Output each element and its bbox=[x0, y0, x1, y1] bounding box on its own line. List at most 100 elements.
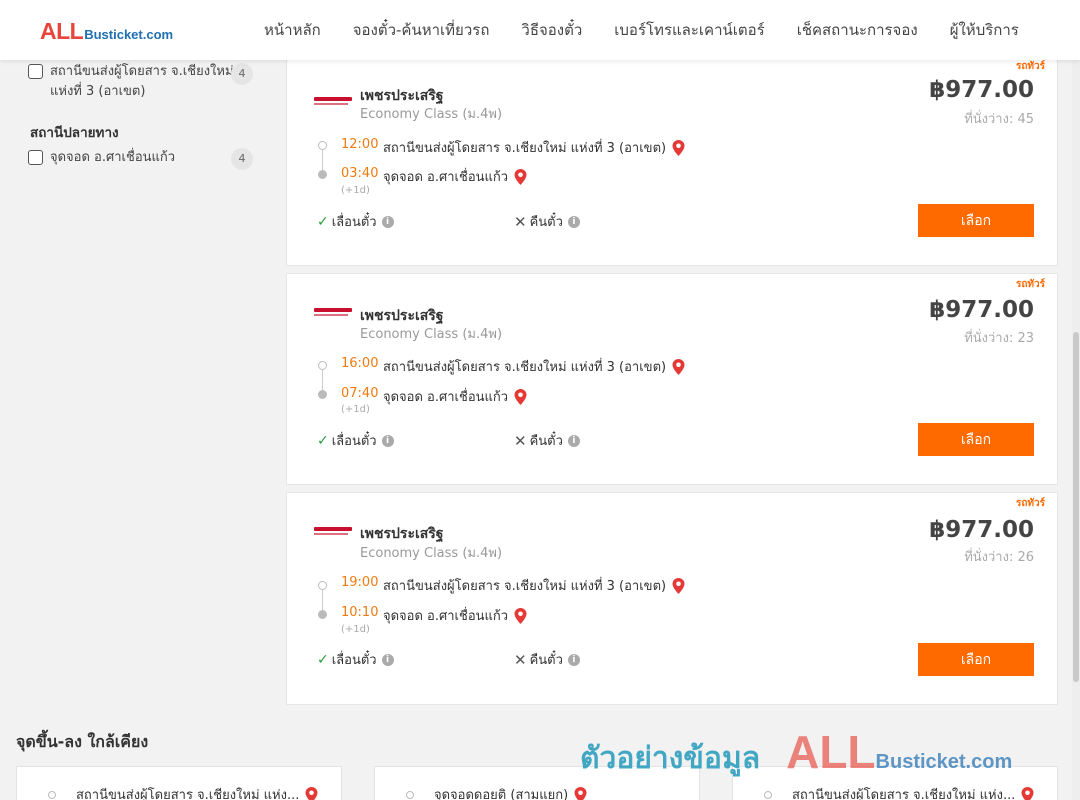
origin-filter-label: สถานีขนส่งผู้โดยสาร จ.เชียงใหม่ แห่งที่ … bbox=[50, 64, 234, 99]
arrive-stop: จุดจอด อ.ศาเชื่อนแก้ว bbox=[383, 386, 527, 407]
operator-logo bbox=[314, 97, 352, 109]
destination-filter-item[interactable]: จุดจอด อ.ศาเชื่อนแก้ว bbox=[28, 148, 235, 168]
info-icon[interactable]: i bbox=[381, 215, 394, 228]
map-pin-icon[interactable] bbox=[305, 786, 318, 800]
reschedule-feature: ✓ เลื่อนตั๋ว i bbox=[317, 649, 394, 670]
arrive-stop: จุดจอด อ.ศาเชื่อนแก้ว bbox=[383, 605, 527, 626]
depart-stop: สถานีขนส่งผู้โดยสาร จ.เชียงใหม่ แห่งที่ … bbox=[383, 575, 685, 596]
nearby-stop-label: สถานีขนส่งผู้โดยสาร จ.เชียงใหม่ แห่ง... bbox=[76, 788, 300, 800]
depart-stop: สถานีขนส่งผู้โดยสาร จ.เชียงใหม่ แห่งที่ … bbox=[383, 356, 685, 377]
depart-time: 19:00 bbox=[341, 575, 379, 590]
info-icon[interactable]: i bbox=[381, 653, 394, 666]
select-trip-button[interactable]: เลือก bbox=[918, 423, 1034, 456]
seat-class: Economy Class (ม.4พ) bbox=[360, 546, 503, 561]
nearby-stop-label: จุดจอดดอยติ (สามแยก) bbox=[434, 788, 569, 800]
map-pin-icon[interactable] bbox=[672, 577, 685, 594]
nav-how-to-book[interactable]: วิธีจองตั๋ว bbox=[505, 18, 598, 42]
logo-busticket-text: Busticket.com bbox=[84, 27, 174, 42]
trip-price: ฿977.00 bbox=[929, 517, 1034, 543]
arrive-time: 03:40 bbox=[341, 166, 379, 181]
seats-available: ที่นั่งว่าง: 26 bbox=[964, 550, 1034, 565]
bus-type-badge: รถทัวร์ bbox=[1015, 279, 1045, 290]
nearby-stop-label: สถานีขนส่งผู้โดยสาร จ.เชียงใหม่ แห่ง... bbox=[792, 788, 1016, 800]
refund-label: คืนตั๋ว bbox=[529, 653, 563, 668]
arrive-time: 07:40 bbox=[341, 386, 379, 401]
destination-filter-checkbox[interactable] bbox=[28, 150, 43, 165]
origin-filter-count: 4 bbox=[231, 63, 253, 85]
reschedule-feature: ✓ เลื่อนตั๋ว i bbox=[317, 430, 394, 451]
trip-card: รถทัวร์ เพชรประเสริฐ Economy Class (ม.4พ… bbox=[286, 52, 1058, 266]
operator-logo bbox=[314, 308, 352, 320]
info-icon[interactable]: i bbox=[567, 434, 580, 447]
destination-filter-label: จุดจอด อ.ศาเชื่อนแก้ว bbox=[50, 150, 176, 165]
destination-filter-title: สถานีปลายทาง bbox=[30, 125, 119, 141]
site-logo[interactable]: ALL Busticket.com bbox=[40, 18, 173, 45]
route-timeline bbox=[318, 361, 328, 399]
select-trip-button[interactable]: เลือก bbox=[918, 204, 1034, 237]
refund-label: คืนตั๋ว bbox=[529, 434, 563, 449]
route-timeline bbox=[318, 141, 328, 179]
depart-time: 12:00 bbox=[341, 137, 379, 152]
nearby-stop-card[interactable]: จุดจอดดอยติ (สามแยก) bbox=[374, 766, 700, 800]
refund-label: คืนตั๋ว bbox=[529, 215, 563, 230]
arrive-stop-label: จุดจอด อ.ศาเชื่อนแก้ว bbox=[383, 609, 509, 624]
nearby-stops-title: จุดขึ้น-ลง ใกล้เคียง bbox=[16, 732, 149, 751]
map-pin-icon[interactable] bbox=[514, 388, 527, 405]
depart-stop-label: สถานีขนส่งผู้โดยสาร จ.เชียงใหม่ แห่งที่ … bbox=[383, 141, 667, 156]
nearby-stop-card[interactable]: สถานีขนส่งผู้โดยสาร จ.เชียงใหม่ แห่ง... bbox=[732, 766, 1058, 800]
nav-booking-status[interactable]: เช็คสถานะการจอง bbox=[781, 18, 934, 42]
map-pin-icon[interactable] bbox=[514, 168, 527, 185]
info-icon[interactable]: i bbox=[381, 434, 394, 447]
map-pin-icon[interactable] bbox=[514, 607, 527, 624]
depart-time: 16:00 bbox=[341, 356, 379, 371]
reschedule-label: เลื่อนตั๋ว bbox=[331, 653, 377, 668]
stop-dot-icon bbox=[764, 791, 772, 799]
arrive-stop-label: จุดจอด อ.ศาเชื่อนแก้ว bbox=[383, 170, 509, 185]
nearby-stop-label-wrap: สถานีขนส่งผู้โดยสาร จ.เชียงใหม่ แห่ง... bbox=[76, 784, 318, 800]
nav-book-search[interactable]: จองตั๋ว-ค้นหาเที่ยวรถ bbox=[337, 18, 506, 42]
map-pin-icon[interactable] bbox=[574, 786, 587, 800]
map-pin-icon[interactable] bbox=[672, 358, 685, 375]
trip-price: ฿977.00 bbox=[929, 77, 1034, 103]
reschedule-label: เลื่อนตั๋ว bbox=[331, 434, 377, 449]
origin-filter-checkbox[interactable] bbox=[28, 64, 43, 79]
trip-price: ฿977.00 bbox=[929, 297, 1034, 323]
reschedule-feature: ✓ เลื่อนตั๋ว i bbox=[317, 211, 394, 232]
depart-stop: สถานีขนส่งผู้โดยสาร จ.เชียงใหม่ แห่งที่ … bbox=[383, 137, 685, 158]
next-day-indicator: (+1d) bbox=[341, 185, 370, 196]
map-pin-icon[interactable] bbox=[672, 139, 685, 156]
page-scrollbar[interactable] bbox=[1072, 60, 1080, 800]
check-icon: ✓ bbox=[317, 213, 329, 230]
nav-home[interactable]: หน้าหลัก bbox=[248, 18, 337, 42]
nav-providers[interactable]: ผู้ให้บริการ bbox=[934, 18, 1035, 42]
nav-phone-counter[interactable]: เบอร์โทรและเคาน์เตอร์ bbox=[598, 18, 780, 42]
main-nav: หน้าหลัก จองตั๋ว-ค้นหาเที่ยวรถ วิธีจองตั… bbox=[248, 0, 1035, 60]
seat-class: Economy Class (ม.4พ) bbox=[360, 107, 503, 122]
cross-icon: ✕ bbox=[514, 650, 527, 669]
depart-stop-label: สถานีขนส่งผู้โดยสาร จ.เชียงใหม่ แห่งที่ … bbox=[383, 579, 667, 594]
map-pin-icon[interactable] bbox=[1021, 786, 1034, 800]
arrive-stop-label: จุดจอด อ.ศาเชื่อนแก้ว bbox=[383, 390, 509, 405]
operator-logo bbox=[314, 527, 352, 539]
trip-card: รถทัวร์ เพชรประเสริฐ Economy Class (ม.4พ… bbox=[286, 273, 1058, 485]
arrive-time: 10:10 bbox=[341, 605, 379, 620]
depart-stop-label: สถานีขนส่งผู้โดยสาร จ.เชียงใหม่ แห่งที่ … bbox=[383, 360, 667, 375]
refund-feature: ✕ คืนตั๋ว i bbox=[514, 649, 580, 670]
reschedule-label: เลื่อนตั๋ว bbox=[331, 215, 377, 230]
info-icon[interactable]: i bbox=[567, 653, 580, 666]
seats-available: ที่นั่งว่าง: 45 bbox=[964, 112, 1034, 127]
origin-filter-item[interactable]: สถานีขนส่งผู้โดยสาร จ.เชียงใหม่ แห่งที่ … bbox=[28, 62, 235, 102]
nearby-stop-card[interactable]: สถานีขนส่งผู้โดยสาร จ.เชียงใหม่ แห่ง... bbox=[16, 766, 342, 800]
select-trip-button[interactable]: เลือก bbox=[918, 643, 1034, 676]
nearby-stop-label-wrap: สถานีขนส่งผู้โดยสาร จ.เชียงใหม่ แห่ง... bbox=[792, 784, 1034, 800]
check-icon: ✓ bbox=[317, 651, 329, 668]
logo-all-text: ALL bbox=[40, 18, 84, 44]
scrollbar-thumb[interactable] bbox=[1073, 332, 1079, 682]
seat-class: Economy Class (ม.4พ) bbox=[360, 327, 503, 342]
info-icon[interactable]: i bbox=[567, 215, 580, 228]
next-day-indicator: (+1d) bbox=[341, 624, 370, 635]
route-timeline bbox=[318, 581, 328, 619]
destination-filter-count: 4 bbox=[231, 148, 253, 170]
refund-feature: ✕ คืนตั๋ว i bbox=[514, 430, 580, 451]
arrive-stop: จุดจอด อ.ศาเชื่อนแก้ว bbox=[383, 166, 527, 187]
